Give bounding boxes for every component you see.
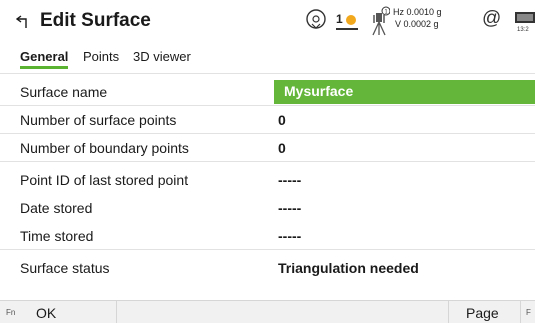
surface-points-value: 0	[278, 112, 286, 128]
surface-name-label: Surface name	[20, 84, 108, 100]
face-underline	[336, 28, 358, 30]
surface-points-label: Number of surface points	[20, 112, 177, 128]
date-stored-value: -----	[278, 200, 302, 216]
last-point-id-label: Point ID of last stored point	[20, 172, 189, 188]
tab-3d-viewer[interactable]: 3D viewer	[133, 49, 191, 64]
surface-points-row: Number of surface points 0	[0, 106, 535, 134]
surface-name-value: Mysurface	[284, 83, 354, 99]
total-station-icon[interactable]: 1	[370, 5, 390, 37]
level-bubble-icon[interactable]	[305, 8, 327, 32]
fn-key-left[interactable]: Fn	[6, 308, 15, 317]
at-icon[interactable]: @	[482, 8, 501, 30]
tab-points[interactable]: Points	[83, 49, 119, 64]
tab-general[interactable]: General	[20, 49, 69, 69]
face-dot-icon	[346, 15, 356, 25]
page-title: Edit Surface	[40, 10, 151, 31]
angle-readout: Hz 0.0010 g V 0.0002 g	[393, 6, 442, 30]
surface-status-value: Triangulation needed	[278, 260, 419, 276]
v-readout: V 0.0002 g	[395, 19, 439, 29]
softkey-divider	[520, 301, 521, 323]
date-stored-label: Date stored	[20, 200, 93, 216]
boundary-points-label: Number of boundary points	[20, 140, 189, 156]
page-button[interactable]: Page	[466, 305, 499, 321]
time-stored-label: Time stored	[20, 228, 94, 244]
time-stored-row: Time stored -----	[0, 222, 535, 250]
face-number: 1	[336, 12, 343, 26]
time-stored-value: -----	[278, 228, 302, 244]
boundary-points-row: Number of boundary points 0	[0, 134, 535, 162]
softkey-divider	[116, 301, 117, 323]
surface-name-row: Surface name Mysurface	[0, 78, 535, 106]
softkey-bar: Fn OK Page F	[0, 300, 535, 323]
clock: 13:2	[517, 27, 529, 33]
fn-key-right[interactable]: F	[526, 308, 531, 317]
battery-icon[interactable]	[515, 11, 535, 25]
tab-bar: General Points 3D viewer	[0, 44, 535, 74]
face-indicator-icon[interactable]: 1	[336, 11, 364, 31]
surface-name-input[interactable]: Mysurface	[274, 80, 535, 104]
title-bar: Edit Surface 1 1 Hz 0.0010 g V 0.0002 g …	[0, 0, 535, 44]
last-point-id-row: Point ID of last stored point -----	[0, 166, 535, 194]
boundary-points-value: 0	[278, 140, 286, 156]
softkey-divider	[448, 301, 449, 323]
surface-status-row: Surface status Triangulation needed	[0, 254, 535, 282]
date-stored-row: Date stored -----	[0, 194, 535, 222]
back-icon[interactable]	[16, 13, 30, 29]
ok-button[interactable]: OK	[36, 305, 56, 321]
last-point-id-value: -----	[278, 172, 302, 188]
hz-readout: Hz 0.0010 g	[393, 7, 442, 17]
field-list: Surface name Mysurface Number of surface…	[0, 78, 535, 282]
surface-status-label: Surface status	[20, 260, 110, 276]
